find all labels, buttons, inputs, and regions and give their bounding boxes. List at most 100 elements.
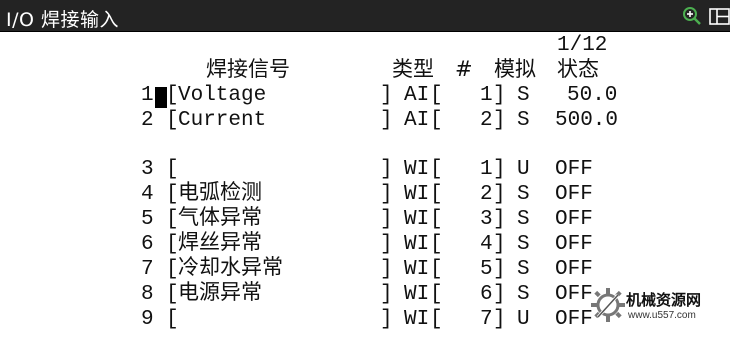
signal-number: 1 [480, 158, 493, 181]
row-index: 6 [141, 233, 154, 256]
signal-bracket-open: [ [166, 158, 179, 181]
number-bracket-close: ] [493, 208, 506, 231]
signal-bracket-close: ] [380, 233, 393, 256]
signal-name: 冷却水异常 [178, 258, 283, 281]
row-index: 8 [141, 283, 154, 306]
signal-number: 3 [480, 208, 493, 231]
signal-bracket-open: [ [166, 183, 179, 206]
page-indicator: 1/12 [557, 34, 608, 57]
number-bracket-open: [ [430, 258, 443, 281]
signal-bracket-open: [ [166, 308, 179, 331]
signal-status: OFF [555, 233, 593, 256]
signal-number: 1 [480, 84, 493, 107]
signal-status: OFF [555, 183, 593, 206]
row-index: 7 [141, 258, 154, 281]
signal-status: 500.0 [555, 109, 619, 132]
signal-bracket-close: ] [380, 258, 393, 281]
title-bar: I/O 焊接输入 [0, 0, 730, 32]
signal-bracket-close: ] [380, 283, 393, 306]
row-index: 5 [141, 208, 154, 231]
signal-bracket-open: [ [166, 208, 179, 231]
simulation-flag: S [517, 109, 530, 132]
gear-wrench-logo-icon [591, 288, 625, 322]
number-bracket-close: ] [493, 183, 506, 206]
signal-bracket-close: ] [380, 308, 393, 331]
signal-type: WI [404, 233, 430, 256]
signal-type: WI [404, 158, 430, 181]
number-bracket-close: ] [493, 84, 506, 107]
window-title: I/O 焊接输入 [6, 9, 119, 31]
simulation-flag: S [517, 208, 530, 231]
signal-type: WI [404, 283, 430, 306]
number-bracket-open: [ [430, 109, 443, 132]
row-index: 3 [141, 158, 154, 181]
column-header-type: 类型 [392, 57, 434, 81]
signal-type: WI [404, 183, 430, 206]
signal-bracket-open: [ [166, 84, 179, 107]
signal-bracket-close: ] [380, 84, 393, 107]
signal-number: 2 [480, 183, 493, 206]
column-header-status: 状态 [557, 57, 599, 81]
signal-number: 5 [480, 258, 493, 281]
signal-bracket-open: [ [166, 258, 179, 281]
signal-status: 50.0 [567, 84, 618, 107]
column-header-signal: 焊接信号 [206, 57, 290, 81]
number-bracket-open: [ [430, 308, 443, 331]
row-index: 9 [141, 308, 154, 331]
row-index: 1 [141, 84, 154, 107]
signal-number: 7 [480, 308, 493, 331]
simulation-flag: U [517, 158, 530, 181]
signal-name: 电源异常 [178, 283, 262, 306]
signal-type: WI [404, 258, 430, 281]
split-layout-icon[interactable] [709, 7, 730, 26]
watermark: 机械资源网 www.u557.com [588, 283, 728, 333]
number-bracket-open: [ [430, 84, 443, 107]
number-bracket-close: ] [493, 258, 506, 281]
simulation-flag: S [517, 84, 530, 107]
number-bracket-open: [ [430, 283, 443, 306]
number-bracket-open: [ [430, 183, 443, 206]
signal-status: OFF [555, 208, 593, 231]
zoom-in-icon[interactable] [682, 6, 702, 26]
signal-bracket-open: [ [166, 233, 179, 256]
simulation-flag: S [517, 183, 530, 206]
watermark-url: www.u557.com [628, 310, 696, 321]
number-bracket-open: [ [430, 208, 443, 231]
signal-status: OFF [555, 258, 593, 281]
simulation-flag: S [517, 233, 530, 256]
number-bracket-close: ] [493, 109, 506, 132]
signal-bracket-open: [ [166, 283, 179, 306]
signal-type: AI [404, 84, 430, 107]
signal-type: WI [404, 208, 430, 231]
signal-number: 4 [480, 233, 493, 256]
signal-type: WI [404, 308, 430, 331]
number-bracket-close: ] [493, 233, 506, 256]
signal-type: AI [404, 109, 430, 132]
signal-bracket-close: ] [380, 109, 393, 132]
signal-number: 2 [480, 109, 493, 132]
number-bracket-close: ] [493, 158, 506, 181]
signal-name: 气体异常 [178, 208, 262, 231]
signal-name: Voltage [178, 84, 267, 107]
signal-number: 6 [480, 283, 493, 306]
column-header-number: # [455, 57, 473, 81]
signal-bracket-close: ] [380, 183, 393, 206]
signal-status: OFF [555, 158, 593, 181]
simulation-flag: U [517, 308, 530, 331]
number-bracket-close: ] [493, 283, 506, 306]
number-bracket-close: ] [493, 308, 506, 331]
signal-name: Current [178, 109, 267, 132]
signal-bracket-close: ] [380, 208, 393, 231]
simulation-flag: S [517, 258, 530, 281]
column-header-simulation: 模拟 [494, 57, 536, 81]
signal-name: 电弧检测 [178, 183, 262, 206]
number-bracket-open: [ [430, 233, 443, 256]
simulation-flag: S [517, 283, 530, 306]
signal-bracket-close: ] [380, 158, 393, 181]
signal-name: 焊丝异常 [178, 233, 262, 256]
row-index: 2 [141, 109, 154, 132]
signal-bracket-open: [ [166, 109, 179, 132]
row-index: 4 [141, 183, 154, 206]
watermark-name: 机械资源网 [626, 291, 702, 309]
number-bracket-open: [ [430, 158, 443, 181]
